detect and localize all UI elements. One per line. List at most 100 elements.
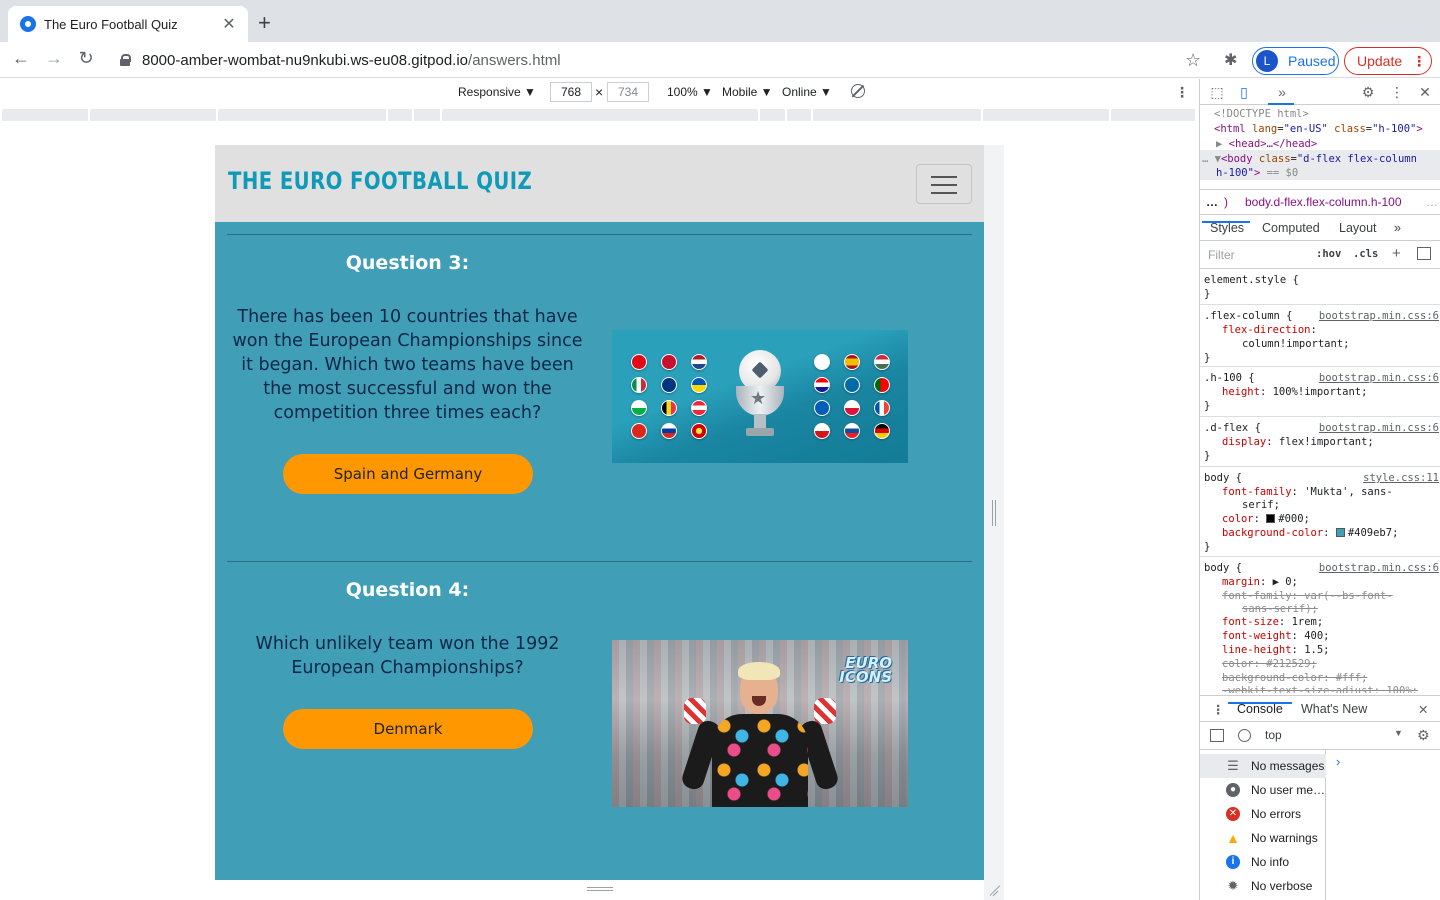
zoom-dropdown[interactable]: 100% ▼ bbox=[667, 85, 713, 99]
update-button[interactable]: Update ⋮ bbox=[1344, 47, 1432, 75]
reload-icon[interactable]: ↻ bbox=[70, 48, 102, 69]
forward-arrow-icon[interactable]: → bbox=[38, 48, 70, 69]
flag-icon bbox=[661, 354, 677, 370]
drawer-menu-icon[interactable]: ⋮ bbox=[1212, 702, 1225, 717]
console-prompt[interactable]: › bbox=[1336, 754, 1340, 769]
answer-button[interactable]: Spain and Germany bbox=[283, 454, 533, 494]
flag-icon bbox=[631, 354, 647, 370]
dom-html[interactable]: <html lang="en-US" class="h-100"> bbox=[1214, 122, 1423, 137]
dom-body[interactable]: … ▼<body class="d-flex flex-column bbox=[1202, 152, 1417, 167]
browser-tab[interactable]: The Euro Football Quiz ✕ bbox=[8, 6, 248, 42]
throttle-dropdown[interactable]: Mobile ▼ bbox=[722, 85, 773, 99]
gear-icon[interactable]: ⚙ bbox=[1360, 84, 1376, 100]
address-bar[interactable]: 8000-amber-wombat-nu9nkubi.ws-eu08.gitpo… bbox=[110, 46, 1212, 74]
device-toggle-icon[interactable]: ▯ bbox=[1236, 84, 1252, 100]
sidebar-item-errors[interactable]: ✕ No errors bbox=[1200, 802, 1326, 826]
console-sidebar-icon[interactable] bbox=[1210, 729, 1224, 742]
devtools-panel: ⬚ ▯ » ⚙ ⋮ ✕ <!DOCTYPE html> <html lang="… bbox=[1199, 79, 1440, 900]
extensions-puzzle-icon[interactable]: ✱ bbox=[1224, 50, 1237, 70]
url-path: /answers.html bbox=[468, 51, 561, 69]
source-link[interactable]: bootstrap.min.css:6 bbox=[1319, 421, 1439, 435]
sidebar-item-info[interactable]: i No info bbox=[1200, 850, 1326, 874]
cls-toggle[interactable]: .cls bbox=[1353, 248, 1378, 260]
rotate-disabled-icon[interactable] bbox=[851, 84, 865, 98]
clear-console-icon[interactable] bbox=[1238, 729, 1251, 742]
user-icon: ● bbox=[1226, 783, 1240, 797]
close-tab-icon[interactable]: ✕ bbox=[220, 14, 238, 34]
flag-icon bbox=[691, 377, 707, 393]
network-dropdown[interactable]: Online ▼ bbox=[782, 85, 832, 99]
source-link[interactable]: bootstrap.min.css:6 bbox=[1319, 371, 1439, 385]
flag-icon bbox=[814, 354, 830, 370]
close-icon[interactable]: ✕ bbox=[1417, 84, 1433, 100]
tab-console[interactable]: Console bbox=[1237, 702, 1283, 716]
context-selector[interactable]: top bbox=[1265, 728, 1395, 742]
tab-title: The Euro Football Quiz bbox=[44, 16, 178, 32]
question-title: Question 3: bbox=[345, 252, 470, 274]
flag-icon bbox=[874, 400, 890, 416]
flag-icon bbox=[631, 377, 647, 393]
profile-status-label: Paused bbox=[1288, 53, 1336, 69]
new-rule-plus-icon[interactable]: + bbox=[1392, 245, 1401, 262]
flag-icon bbox=[874, 354, 890, 370]
breadcrumb-ellipsis[interactable]: … bbox=[1206, 195, 1218, 209]
close-drawer-icon[interactable]: ✕ bbox=[1418, 702, 1428, 717]
chevron-down-icon: ▼ bbox=[1394, 728, 1403, 738]
kebab-menu-icon: ⋮ bbox=[1412, 52, 1427, 69]
tab-layout[interactable]: Layout bbox=[1339, 221, 1377, 235]
sidebar-item-messages[interactable]: ☰ No messages bbox=[1200, 754, 1326, 778]
new-tab-button[interactable]: + bbox=[258, 11, 271, 35]
flag-icon bbox=[844, 400, 860, 416]
styles-filter-input[interactable]: Filter bbox=[1208, 248, 1235, 262]
media-query-ruler[interactable] bbox=[0, 105, 1198, 124]
resize-handle-bottom[interactable] bbox=[587, 887, 613, 891]
sidebar-item-user-messages[interactable]: ● No user me… bbox=[1200, 778, 1326, 802]
device-preset-dropdown[interactable]: Responsive ▼ bbox=[458, 85, 536, 99]
more-panels-icon[interactable]: » bbox=[1274, 84, 1290, 100]
tab-more[interactable]: » bbox=[1394, 221, 1401, 235]
hov-toggle[interactable]: :hov bbox=[1316, 248, 1341, 260]
flag-icon bbox=[844, 423, 860, 439]
device-toolbar-menu-icon[interactable]: ⋮ bbox=[1175, 84, 1189, 101]
flag-icon bbox=[691, 400, 707, 416]
resize-handle-right[interactable] bbox=[992, 500, 996, 526]
drawer-tabs: ⋮ Console What's New ✕ bbox=[1200, 696, 1440, 722]
breadcrumb-item[interactable]: body.d-flex.flex-column.h-100 bbox=[1245, 195, 1402, 209]
lock-icon[interactable] bbox=[120, 54, 131, 66]
dom-doctype[interactable]: <!DOCTYPE html> bbox=[1214, 107, 1309, 122]
console-settings-gear-icon[interactable]: ⚙ bbox=[1417, 727, 1430, 744]
euro-icons-logo: EURO ICONS bbox=[839, 654, 892, 686]
back-arrow-icon[interactable]: ← bbox=[5, 48, 37, 69]
toggle-sidebar-icon[interactable] bbox=[1417, 247, 1431, 260]
site-brand[interactable]: THE EURO FOOTBALL QUIZ bbox=[228, 167, 532, 195]
devtools-menu-icon[interactable]: ⋮ bbox=[1389, 84, 1405, 100]
console-sidebar: ☰ No messages ● No user me… ✕ No errors … bbox=[1200, 750, 1326, 900]
flag-icon bbox=[691, 354, 707, 370]
answer-button[interactable]: Denmark bbox=[283, 709, 533, 749]
emulated-page: THE EURO FOOTBALL QUIZ Question 3: There… bbox=[215, 145, 984, 880]
tab-whats-new[interactable]: What's New bbox=[1301, 702, 1367, 716]
goalkeeper-photo: EURO ICONS bbox=[612, 640, 908, 807]
inspect-element-icon[interactable]: ⬚ bbox=[1209, 84, 1225, 100]
sidebar-item-verbose[interactable]: ✹ No verbose bbox=[1200, 874, 1326, 898]
bookmark-star-icon[interactable]: ☆ bbox=[1185, 50, 1201, 71]
source-link[interactable]: bootstrap.min.css:6 bbox=[1319, 309, 1439, 323]
dom-body-cont: h-100"> == $0 bbox=[1216, 167, 1299, 179]
breadcrumb-more[interactable]: … bbox=[1426, 195, 1438, 209]
dom-head[interactable]: ▶ <head>…</head> bbox=[1216, 137, 1317, 152]
tab-computed[interactable]: Computed bbox=[1262, 221, 1320, 235]
viewport-height-input[interactable]: 734 bbox=[607, 82, 649, 102]
sidebar-item-warnings[interactable]: ▲ No warnings bbox=[1200, 826, 1326, 850]
navbar-toggle-button[interactable] bbox=[916, 164, 972, 204]
warning-icon: ▲ bbox=[1226, 830, 1240, 846]
resize-corner-icon[interactable] bbox=[986, 884, 1000, 898]
breadcrumb-separator: ) bbox=[1224, 195, 1228, 209]
source-link[interactable]: style.css:11 bbox=[1363, 471, 1439, 485]
tab-strip: The Euro Football Quiz ✕ + bbox=[0, 0, 1440, 42]
viewport-width-input[interactable]: 768 bbox=[550, 82, 592, 102]
flag-icon bbox=[844, 354, 860, 370]
dimension-separator: × bbox=[595, 84, 604, 100]
tab-styles[interactable]: Styles bbox=[1210, 221, 1244, 235]
source-link[interactable]: bootstrap.min.css:6 bbox=[1319, 561, 1439, 575]
profile-button[interactable]: L Paused bbox=[1252, 47, 1339, 75]
